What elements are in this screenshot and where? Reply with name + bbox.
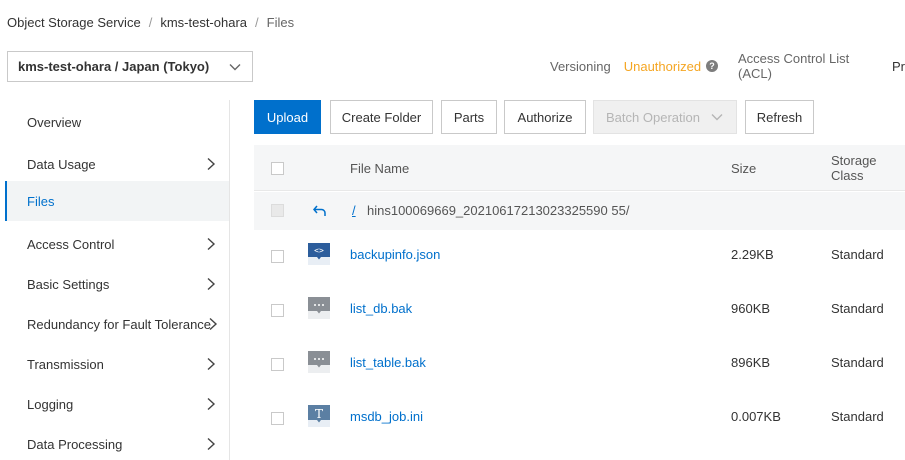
generic-file-icon (308, 351, 330, 373)
file-name-link[interactable]: list_table.bak (350, 355, 426, 370)
file-size: 0.007KB (731, 409, 781, 424)
table-row: list_db.bak 960KB Standard (254, 286, 905, 331)
sidebar-item-label: Redundancy for Fault Tolerance (27, 316, 212, 332)
sidebar-item-label: Access Control (27, 236, 115, 252)
sidebar-item-label: Data Processing (27, 436, 123, 452)
path-folder: hins100069669_20210617213023325590 55/ (367, 203, 630, 218)
authorize-button[interactable]: Authorize (504, 100, 586, 134)
chevron-right-icon (207, 397, 216, 411)
column-header-file-name[interactable]: File Name (350, 161, 409, 176)
chevron-down-icon (711, 114, 723, 121)
file-size: 2.29KB (731, 247, 774, 262)
file-name-link[interactable]: msdb_job.ini (350, 409, 423, 424)
table-header: File Name Size Storage Class (254, 145, 905, 191)
file-storage-class: Standard (831, 409, 884, 424)
versioning-value: Unauthorized (623, 58, 702, 74)
file-name-link[interactable]: list_db.bak (350, 301, 412, 316)
select-all-checkbox[interactable] (271, 162, 284, 175)
sidebar-item-label: Basic Settings (27, 276, 110, 292)
versioning-label: Versioning (550, 58, 611, 74)
sidebar-item-transmission[interactable]: Transmission (5, 344, 229, 384)
file-size: 960KB (731, 301, 771, 316)
text-file-icon: T (308, 405, 330, 427)
breadcrumb-separator: / (255, 14, 259, 30)
sidebar-item-access-control[interactable]: Access Control (5, 224, 229, 264)
file-storage-class: Standard (831, 301, 884, 316)
breadcrumb-current: Files (266, 14, 295, 30)
sidebar-item-label: Data Usage (27, 156, 96, 172)
breadcrumb: Object Storage Service / kms-test-ohara … (7, 13, 294, 31)
sidebar-item-label: Transmission (27, 356, 104, 372)
row-checkbox[interactable] (271, 304, 284, 317)
svg-text:T: T (315, 407, 323, 421)
table-row: list_table.bak 896KB Standard (254, 340, 905, 385)
sidebar: Overview Data Usage Files Access Control… (5, 100, 230, 460)
json-file-icon: <> (308, 243, 330, 265)
sidebar-item-logging[interactable]: Logging (5, 384, 229, 424)
chevron-right-icon (207, 157, 216, 171)
create-folder-button[interactable]: Create Folder (330, 100, 433, 134)
help-icon[interactable]: ? (706, 60, 719, 72)
file-table: File Name Size Storage Class / hins10006… (254, 145, 905, 460)
breadcrumb-separator: / (148, 14, 153, 30)
upload-button[interactable]: Upload (254, 100, 321, 134)
path-root-link[interactable]: / (352, 203, 356, 218)
chevron-right-icon (207, 357, 216, 371)
column-header-storage-class[interactable]: Storage Class (831, 153, 891, 183)
file-storage-class: Standard (831, 355, 884, 370)
chevron-right-icon (207, 237, 216, 251)
sidebar-item-label: Files (27, 193, 55, 209)
svg-text:<>: <> (314, 246, 324, 255)
chevron-down-icon (229, 64, 241, 71)
truncated-label: Pr (892, 58, 905, 74)
file-size: 896KB (731, 355, 771, 370)
versioning-status: Versioning Unauthorized ? (550, 58, 719, 74)
row-checkbox[interactable] (271, 412, 284, 425)
row-checkbox[interactable] (271, 250, 284, 263)
sidebar-item-files[interactable]: Files (5, 181, 229, 221)
sidebar-item-overview[interactable]: Overview (5, 102, 229, 142)
back-arrow-icon[interactable] (312, 203, 328, 219)
sidebar-item-label: Logging (27, 396, 74, 412)
table-row: <> backupinfo.json 2.29KB Standard (254, 232, 905, 277)
sidebar-item-label: Overview (27, 114, 82, 130)
chevron-right-icon (207, 437, 216, 451)
parts-button[interactable]: Parts (441, 100, 497, 134)
acl-status: Access Control List (ACL) Pr (738, 51, 905, 81)
bucket-selector[interactable]: kms-test-ohara / Japan (Tokyo) (7, 51, 253, 82)
batch-operation-button[interactable]: Batch Operation (593, 100, 737, 134)
file-name-link[interactable]: backupinfo.json (350, 247, 440, 262)
batch-operation-label: Batch Operation (606, 109, 700, 125)
table-row: T msdb_job.ini 0.007KB Standard (254, 394, 905, 439)
parent-folder-row: / hins100069669_20210617213023325590 55/ (254, 192, 905, 230)
chevron-right-icon (207, 277, 216, 291)
column-header-size[interactable]: Size (731, 161, 756, 176)
chevron-right-icon (209, 317, 218, 331)
breadcrumb-bucket[interactable]: kms-test-ohara (160, 15, 247, 30)
sidebar-item-basic-settings[interactable]: Basic Settings (5, 264, 229, 304)
refresh-button[interactable]: Refresh (745, 100, 814, 134)
generic-file-icon (308, 297, 330, 319)
sidebar-item-data-processing[interactable]: Data Processing (5, 424, 229, 460)
row-checkbox[interactable] (271, 358, 284, 371)
bucket-selector-value: kms-test-ohara / Japan (Tokyo) (18, 59, 210, 74)
file-storage-class: Standard (831, 247, 884, 262)
breadcrumb-service[interactable]: Object Storage Service (7, 15, 141, 30)
acl-label: Access Control List (ACL) (738, 51, 850, 81)
sidebar-item-data-usage[interactable]: Data Usage (5, 144, 229, 184)
parent-row-checkbox (271, 204, 284, 217)
sidebar-item-redundancy[interactable]: Redundancy for Fault Tolerance (5, 304, 229, 344)
